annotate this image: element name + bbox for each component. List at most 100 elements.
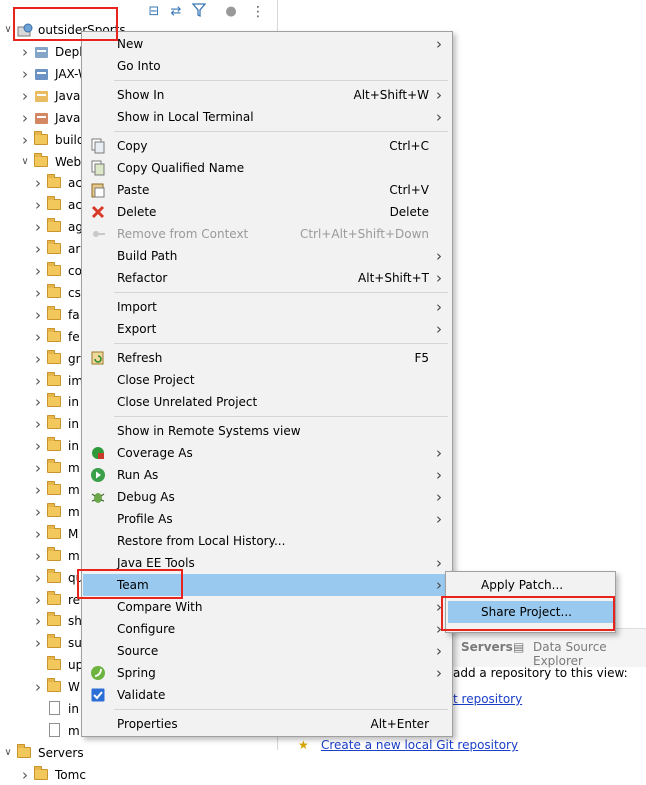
menu-item-build-path[interactable]: Build Path › [83, 245, 451, 267]
tree-row[interactable]: › Deplo [0, 42, 90, 62]
chevron-right-icon[interactable]: › [32, 261, 44, 281]
chevron-right-icon[interactable]: › [32, 371, 44, 391]
filter-icon[interactable] [190, 2, 208, 22]
chevron-right-icon[interactable]: › [32, 480, 44, 500]
menu-item-configure[interactable]: Configure › [83, 618, 451, 640]
menu-item-refresh[interactable]: Refresh F5 [83, 347, 451, 369]
menu-item-close-unrelated-project[interactable]: Close Unrelated Project [83, 391, 451, 413]
menu-item-new[interactable]: New › [83, 33, 451, 55]
tree-row[interactable]: › qu [0, 568, 90, 588]
menu-item-import[interactable]: Import › [83, 296, 451, 318]
chevron-right-icon[interactable]: › [32, 239, 44, 259]
tree-row[interactable]: in [0, 699, 90, 719]
tree-row[interactable]: ∨ WebC [0, 152, 90, 172]
tree-row[interactable]: › ar [0, 239, 90, 259]
tree-row[interactable]: › sh [0, 611, 90, 631]
chevron-down-icon[interactable]: ∨ [2, 743, 14, 763]
menu-item-validate[interactable]: Validate [83, 684, 451, 706]
menu-item-show-in[interactable]: Show In Alt+Shift+W › [83, 84, 451, 106]
tree-row[interactable]: › m [0, 458, 90, 478]
tree-row[interactable]: m [0, 721, 90, 741]
chevron-right-icon[interactable]: › [32, 392, 44, 412]
menu-item-properties[interactable]: Properties Alt+Enter [83, 713, 451, 735]
tree-row[interactable]: › fa [0, 305, 90, 325]
chevron-right-icon[interactable]: › [32, 283, 44, 303]
chevron-right-icon[interactable]: › [19, 42, 31, 62]
menu-item-team[interactable]: Team › [83, 574, 451, 596]
tree-row[interactable]: › in [0, 392, 90, 412]
group-icon[interactable]: ● [222, 2, 240, 22]
chevron-right-icon[interactable]: › [19, 130, 31, 150]
menu-item-run-as[interactable]: Run As › [83, 464, 451, 486]
submenu-item-share-project[interactable]: Share Project... [448, 601, 613, 623]
tree-row[interactable]: › gr [0, 349, 90, 369]
tree-row[interactable]: up [0, 655, 90, 675]
chevron-right-icon[interactable]: › [32, 611, 44, 631]
menu-item-java-ee-tools[interactable]: Java EE Tools › [83, 552, 451, 574]
tree-row[interactable]: › Java [0, 86, 90, 106]
menu-item-show-in-local-terminal[interactable]: Show in Local Terminal › [83, 106, 451, 128]
chevron-down-icon[interactable]: ∨ [19, 152, 31, 172]
chevron-right-icon[interactable]: › [32, 349, 44, 369]
tree-row[interactable]: › ac [0, 173, 90, 193]
chevron-right-icon[interactable]: › [19, 64, 31, 84]
menu-item-close-project[interactable]: Close Project [83, 369, 451, 391]
menu-item-refactor[interactable]: Refactor Alt+Shift+T › [83, 267, 451, 289]
tree-row[interactable]: › cs [0, 283, 90, 303]
tree-row[interactable]: › Tomc [0, 765, 90, 785]
menu-item-source[interactable]: Source › [83, 640, 451, 662]
tree-row[interactable]: › re [0, 590, 90, 610]
tree-row[interactable]: › JAX-W [0, 64, 90, 84]
chevron-right-icon[interactable]: › [32, 217, 44, 237]
tree-servers-row[interactable]: ∨ Servers [0, 743, 90, 763]
chevron-right-icon[interactable]: › [32, 414, 44, 434]
menu-item-paste[interactable]: Paste Ctrl+V [83, 179, 451, 201]
chevron-right-icon[interactable]: › [32, 327, 44, 347]
chevron-right-icon[interactable]: › [32, 568, 44, 588]
collapse-all-icon[interactable]: ⊟ [145, 2, 163, 22]
chevron-down-icon[interactable]: ∨ [2, 20, 14, 40]
submenu-item-apply-patch[interactable]: Apply Patch... [448, 574, 613, 596]
tree-row[interactable]: › im [0, 371, 90, 391]
menu-item-copy-qualified-name[interactable]: Copy Qualified Name [83, 157, 451, 179]
menu-item-debug-as[interactable]: Debug As › [83, 486, 451, 508]
chevron-right-icon[interactable]: › [32, 502, 44, 522]
tree-row[interactable]: › su [0, 633, 90, 653]
chevron-right-icon[interactable]: › [32, 458, 44, 478]
tree-row[interactable]: › in [0, 436, 90, 456]
git-add-repo-link[interactable]: t repository [453, 692, 522, 706]
chevron-right-icon[interactable]: › [32, 305, 44, 325]
chevron-right-icon[interactable]: › [32, 195, 44, 215]
menu-item-copy[interactable]: Copy Ctrl+C [83, 135, 451, 157]
menu-item-compare-with[interactable]: Compare With › [83, 596, 451, 618]
menu-item-export[interactable]: Export › [83, 318, 451, 340]
chevron-right-icon[interactable]: › [19, 108, 31, 128]
chevron-right-icon[interactable]: › [32, 590, 44, 610]
menu-item-coverage-as[interactable]: Coverage As › [83, 442, 451, 464]
menu-item-show-in-remote-systems-view[interactable]: Show in Remote Systems view [83, 420, 451, 442]
link-with-editor-icon[interactable]: ⇄ [167, 2, 185, 22]
tree-row[interactable]: › ac [0, 195, 90, 215]
tree-row[interactable]: › in [0, 414, 90, 434]
tree-row[interactable]: › W [0, 677, 90, 697]
tree-row[interactable]: › m [0, 546, 90, 566]
tree-row[interactable]: › M [0, 524, 90, 544]
chevron-right-icon[interactable]: › [19, 86, 31, 106]
tree-row[interactable]: › fe [0, 327, 90, 347]
menu-item-restore-from-local-history[interactable]: Restore from Local History... [83, 530, 451, 552]
tree-row[interactable]: › ag [0, 217, 90, 237]
chevron-right-icon[interactable]: › [32, 633, 44, 653]
chevron-right-icon[interactable]: › [32, 524, 44, 544]
tree-row[interactable]: › co [0, 261, 90, 281]
chevron-right-icon[interactable]: › [32, 173, 44, 193]
view-menu-icon[interactable]: ⋮ [249, 2, 267, 22]
tree-row[interactable]: › build [0, 130, 90, 150]
chevron-right-icon[interactable]: › [32, 546, 44, 566]
menu-item-profile-as[interactable]: Profile As › [83, 508, 451, 530]
tab-servers[interactable]: Servers [461, 640, 513, 654]
menu-item-spring[interactable]: Spring › [83, 662, 451, 684]
menu-item-delete[interactable]: Delete Delete [83, 201, 451, 223]
tree-row[interactable]: › m [0, 480, 90, 500]
chevron-right-icon[interactable]: › [32, 436, 44, 456]
tree-row[interactable]: › m [0, 502, 90, 522]
